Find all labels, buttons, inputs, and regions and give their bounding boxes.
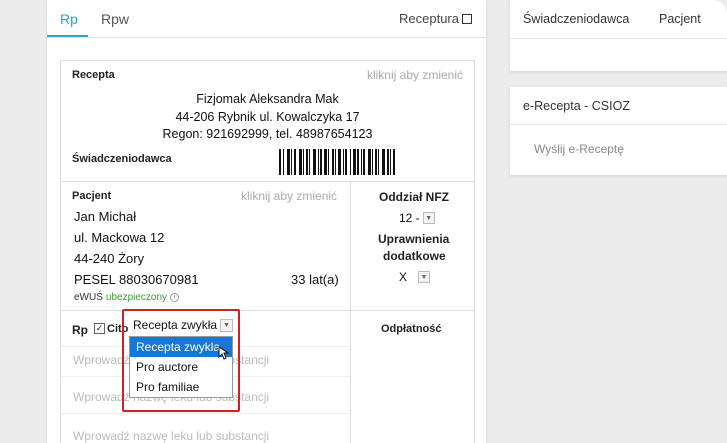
entitlements-select[interactable]: X ▼ <box>399 270 431 284</box>
prescription-tabs: Rp Rpw Receptura <box>47 0 486 38</box>
entitlements-value: X <box>399 270 408 284</box>
prescription-card: Rp Rpw Receptura Recepta kliknij aby zmi… <box>47 0 486 443</box>
patient-city: 44-240 Żory <box>74 251 145 266</box>
clock-icon[interactable] <box>170 293 180 302</box>
erecepta-card: e-Recepta - CSIOZ Wyślij e-Receptę <box>510 87 727 175</box>
provider-name: Fizjomak Aleksandra Mak <box>196 92 339 106</box>
receptura-checkbox[interactable] <box>462 13 472 24</box>
provider-address: 44-206 Rybnik ul. Kowalczyka 17 <box>175 110 360 124</box>
rp-label: Rp <box>72 323 88 337</box>
ewus-label: eWUŚ <box>74 292 103 303</box>
nfz-value: 12 - <box>399 211 420 225</box>
divider <box>61 413 350 414</box>
highlight-box <box>122 309 240 412</box>
receptura-label: Receptura <box>399 11 459 26</box>
receptura-toggle[interactable]: Receptura <box>399 11 472 26</box>
recepta-label: Recepta <box>72 69 115 81</box>
divider <box>510 124 727 125</box>
recepta-change-hint[interactable]: kliknij aby zmienić <box>367 68 463 82</box>
provider-patient-card: Świadczeniodawca Pacjent <box>510 0 727 71</box>
erecepta-title: e-Recepta - CSIOZ <box>523 99 630 113</box>
patient-pesel: PESEL 88030670981 <box>74 272 199 287</box>
patient-street: ul. Mackowa 12 <box>74 230 165 245</box>
patient-age: 33 lat(a) <box>291 272 339 287</box>
active-tab-indicator <box>47 35 88 37</box>
tab-provider[interactable]: Świadczeniodawca <box>523 12 629 26</box>
divider <box>510 38 727 39</box>
patient-label: Pacjent <box>72 190 112 202</box>
cursor-icon <box>218 346 230 360</box>
tab-rp[interactable]: Rp <box>60 11 78 27</box>
provider-label: Świadczeniodawca <box>72 153 172 165</box>
send-erecepta-button[interactable]: Wyślij e-Receptę <box>534 142 624 156</box>
patient-change-hint[interactable]: kliknij aby zmienić <box>241 189 337 203</box>
ewus-insured: ubezpieczony <box>105 292 168 303</box>
entitlements-label-1: Uprawnienia <box>378 232 450 246</box>
barcode <box>279 149 439 175</box>
chevron-down-icon: ▼ <box>422 212 435 224</box>
tab-rpw[interactable]: Rpw <box>101 11 129 27</box>
provider-regon: Regon: 921692999, tel. 48987654123 <box>162 127 373 141</box>
ewus-status: eWUŚ ubezpieczony <box>74 292 180 303</box>
patient-name: Jan Michał <box>74 209 137 224</box>
drug-input[interactable]: Wprowadź nazwę leku lub substancji <box>73 429 269 443</box>
nfz-label: Oddział NFZ <box>379 190 449 204</box>
app-window: Rp Rpw Receptura Recepta kliknij aby zmi… <box>0 0 727 443</box>
chevron-down-icon: ▼ <box>418 271 431 283</box>
payment-label: Odpłatność <box>381 323 442 335</box>
column-divider <box>350 181 351 443</box>
cito-checkbox[interactable]: ✓ <box>94 323 105 334</box>
nfz-select[interactable]: 12 - ▼ <box>399 211 435 225</box>
tab-patient[interactable]: Pacjent <box>659 12 701 26</box>
entitlements-label-2: dodatkowe <box>383 249 446 263</box>
divider <box>61 181 474 182</box>
